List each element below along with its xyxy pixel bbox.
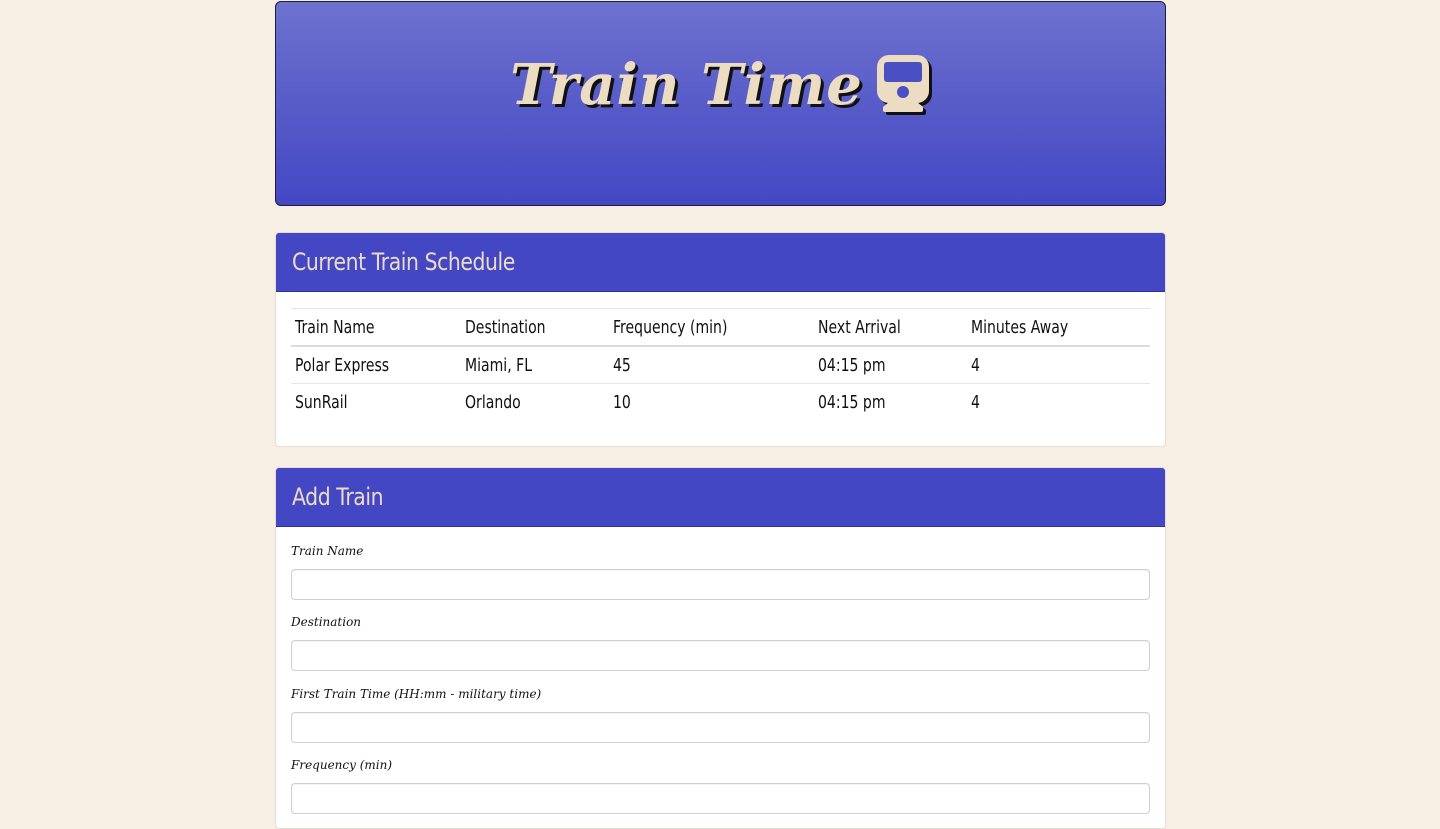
cell-next-arrival: 04:15 pm — [814, 345, 967, 384]
destination-group: Destination — [291, 612, 1150, 671]
frequency-group: Frequency (min) — [291, 755, 1150, 814]
schedule-heading: Current Train Schedule — [292, 248, 515, 276]
train-icon — [875, 53, 931, 118]
train-name-group: Train Name — [291, 541, 1150, 600]
title-group: Train Time — [510, 52, 931, 118]
column-header-minutes-away: Minutes Away — [967, 308, 1150, 347]
table-row: SunRail Orlando 10 04:15 pm 4 — [291, 383, 1150, 420]
first-train-time-label: First Train Time (HH:mm - military time) — [291, 687, 542, 701]
page-title: Train Time — [510, 52, 863, 118]
schedule-panel: Current Train Schedule Train Name Destin… — [275, 232, 1166, 447]
column-header-destination: Destination — [461, 308, 609, 347]
column-header-next-arrival: Next Arrival — [814, 308, 967, 347]
table-header-row: Train Name Destination Frequency (min) N… — [291, 308, 1150, 347]
cell-minutes-away: 4 — [967, 383, 1150, 420]
cell-destination: Miami, FL — [461, 345, 609, 384]
table-row: Polar Express Miami, FL 45 04:15 pm 4 — [291, 345, 1150, 384]
schedule-table: Train Name Destination Frequency (min) N… — [291, 308, 1150, 420]
cell-frequency: 10 — [609, 383, 814, 420]
cell-destination: Orlando — [461, 383, 609, 420]
first-train-time-group: First Train Time (HH:mm - military time) — [291, 684, 1150, 743]
add-train-panel: Add Train Train Name Destination First T… — [275, 467, 1166, 829]
header-banner: Train Time — [275, 1, 1166, 206]
cell-frequency: 45 — [609, 345, 814, 384]
destination-input[interactable] — [291, 640, 1150, 671]
frequency-input[interactable] — [291, 783, 1150, 814]
frequency-label: Frequency (min) — [291, 758, 393, 772]
destination-label: Destination — [291, 615, 362, 629]
schedule-panel-heading: Current Train Schedule — [276, 233, 1165, 292]
add-train-heading: Add Train — [292, 483, 384, 511]
column-header-frequency: Frequency (min) — [609, 308, 814, 347]
cell-minutes-away: 4 — [967, 345, 1150, 384]
add-train-panel-heading: Add Train — [276, 468, 1165, 527]
train-name-label: Train Name — [291, 544, 364, 558]
cell-next-arrival: 04:15 pm — [814, 383, 967, 420]
cell-train-name: Polar Express — [291, 345, 461, 384]
first-train-time-input[interactable] — [291, 712, 1150, 743]
cell-train-name: SunRail — [291, 383, 461, 420]
train-name-input[interactable] — [291, 569, 1150, 600]
column-header-train-name: Train Name — [291, 308, 461, 347]
